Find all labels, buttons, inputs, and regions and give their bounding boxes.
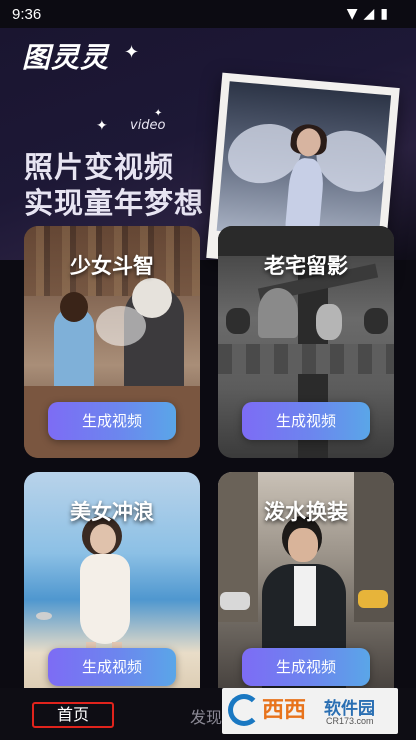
wifi-icon: ▼ <box>346 6 358 22</box>
tab-home[interactable]: 首页 <box>32 702 114 728</box>
generate-video-button[interactable]: 生成视频 <box>242 402 370 440</box>
hero-subheadline: 实现童年梦想 <box>24 186 205 220</box>
template-card-old-house[interactable]: 老宅留影 生成视频 <box>218 226 394 458</box>
watermark-brand: 西西 <box>262 697 307 722</box>
generate-video-button[interactable]: 生成视频 <box>242 648 370 686</box>
watermark-c-icon <box>228 694 260 726</box>
app-logo: 图灵灵 <box>22 41 110 74</box>
sparkle-icon: ✦ <box>124 42 140 63</box>
watermark-url: CR173.com <box>326 716 374 726</box>
card-title: 泼水换装 <box>264 500 348 524</box>
generate-video-button[interactable]: 生成视频 <box>48 648 176 686</box>
template-card-beach[interactable]: 美女冲浪 生成视频 <box>24 472 200 704</box>
hero-video-tag: video <box>130 118 166 133</box>
tab-discover[interactable]: 发现 <box>190 704 222 728</box>
status-icons: ▼ ◢ ▮ <box>347 6 388 22</box>
template-card-lab[interactable]: 少女斗智 生成视频 <box>24 226 200 458</box>
signal-icon: ◢ <box>363 6 375 22</box>
status-time: 9:36 <box>12 6 42 23</box>
card-title: 老宅留影 <box>264 254 348 278</box>
battery-icon: ▮ <box>380 6 388 22</box>
watermark-logo: 西西 软件园 CR173.com <box>222 688 398 734</box>
template-card-city[interactable]: 泼水换装 生成视频 <box>218 472 394 704</box>
generate-video-button[interactable]: 生成视频 <box>48 402 176 440</box>
card-title: 少女斗智 <box>70 254 154 278</box>
card-title: 美女冲浪 <box>70 500 154 524</box>
status-bar: 9:36 ▼ ◢ ▮ <box>0 0 416 28</box>
sparkle-icon: ✦ <box>96 118 108 134</box>
